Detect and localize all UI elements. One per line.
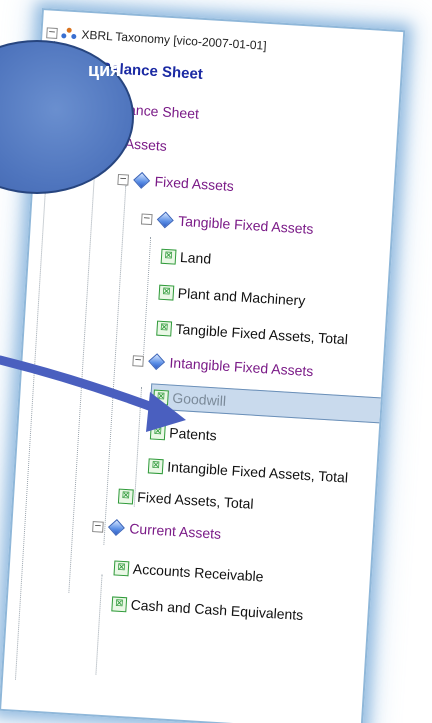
pointer-arrow-head — [146, 392, 186, 432]
pointer-arrow — [0, 355, 186, 432]
pointer-arrow-shaft — [0, 355, 165, 415]
callout-text: ция — [88, 60, 121, 80]
screenshot-stage: − XBRL Taxonomy [vico-2007-01-01] Balanc… — [0, 0, 432, 723]
